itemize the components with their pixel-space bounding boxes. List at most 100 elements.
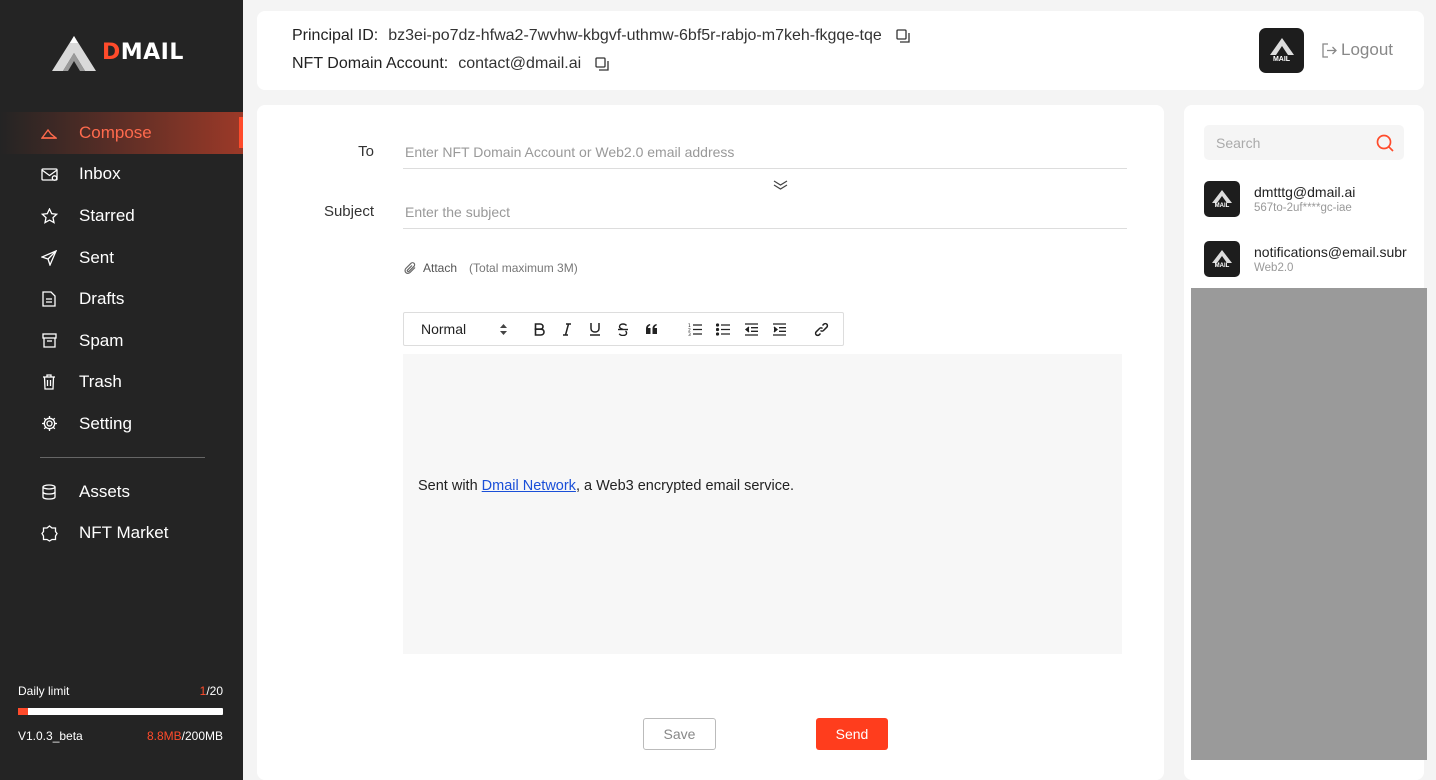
nft-market-icon bbox=[40, 524, 58, 542]
nft-domain-label: NFT Domain Account: bbox=[292, 55, 449, 72]
bullet-list-icon[interactable] bbox=[709, 315, 737, 343]
blockquote-icon[interactable] bbox=[637, 315, 665, 343]
contact-sub: Web2.0 bbox=[1254, 262, 1294, 274]
principal-id-value: bz3ei-po7dz-hfwa2-7wvhw-kbgvf-uthmw-6bf5… bbox=[388, 27, 882, 44]
subject-label: Subject bbox=[323, 203, 374, 220]
sidebar-item-inbox[interactable]: Inbox bbox=[0, 154, 243, 196]
daily-limit-bar bbox=[18, 708, 223, 715]
nft-domain-value: contact@dmail.ai bbox=[458, 55, 582, 72]
sidebar-item-label: Inbox bbox=[79, 164, 121, 184]
daily-limit-label: Daily limit bbox=[18, 684, 70, 698]
inbox-icon bbox=[40, 165, 58, 183]
principal-id-row: Principal ID: bz3ei-po7dz-hfwa2-7wvhw-kb… bbox=[292, 27, 910, 45]
trash-icon bbox=[40, 373, 58, 391]
avatar-text: MAIL bbox=[1214, 202, 1230, 209]
avatar-text: MAIL bbox=[1214, 262, 1230, 269]
nft-domain-row: NFT Domain Account: contact@dmail.ai bbox=[292, 55, 609, 73]
usage-limits: Daily limit 1/20 V1.0.3_beta 8.8MB/200MB bbox=[18, 684, 223, 743]
sidebar-item-setting[interactable]: Setting bbox=[0, 403, 243, 445]
ordered-list-icon[interactable]: 123 bbox=[681, 315, 709, 343]
sidebar-item-compose[interactable]: Compose bbox=[0, 112, 243, 154]
search-icon[interactable] bbox=[1376, 134, 1394, 152]
search-box bbox=[1204, 125, 1404, 160]
chevron-down-icon[interactable] bbox=[773, 178, 788, 196]
subject-input[interactable] bbox=[403, 195, 1127, 229]
sidebar-item-trash[interactable]: Trash bbox=[0, 362, 243, 404]
format-select[interactable]: Normal bbox=[421, 321, 507, 337]
avatar[interactable]: MAIL bbox=[1259, 28, 1304, 73]
send-button[interactable]: Send bbox=[816, 718, 888, 750]
logo-text: DMAIL bbox=[102, 40, 184, 65]
link-icon[interactable] bbox=[807, 315, 835, 343]
sidebar-item-label: Trash bbox=[79, 372, 122, 392]
bold-icon[interactable] bbox=[525, 315, 553, 343]
sidebar-item-label: Drafts bbox=[79, 289, 125, 309]
contact-sub: 567to-2uf****gc-iae bbox=[1254, 202, 1352, 214]
spam-icon bbox=[40, 332, 58, 350]
drafts-icon bbox=[40, 290, 58, 308]
italic-icon[interactable] bbox=[553, 315, 581, 343]
message-editor[interactable]: Sent with Dmail Network, a Web3 encrypte… bbox=[403, 354, 1122, 654]
mountain-logo-icon bbox=[1212, 249, 1232, 263]
send-icon bbox=[40, 249, 58, 267]
to-label: To bbox=[358, 143, 374, 160]
sidebar-item-drafts[interactable]: Drafts bbox=[0, 278, 243, 320]
daily-limit-count: 1/20 bbox=[199, 684, 223, 698]
svg-text:3: 3 bbox=[688, 332, 691, 336]
contact-name: notifications@email.subr bbox=[1254, 244, 1407, 260]
logout-label: Logout bbox=[1341, 40, 1393, 59]
contact-item[interactable]: MAIL dmtttg@dmail.ai 567to-2uf****gc-iae bbox=[1204, 179, 1424, 219]
version-label: V1.0.3_beta bbox=[18, 729, 83, 743]
sidebar-item-label: Setting bbox=[79, 413, 132, 433]
format-select-value: Normal bbox=[421, 321, 467, 337]
outdent-icon[interactable] bbox=[737, 315, 765, 343]
sidebar-item-label: Compose bbox=[79, 122, 152, 142]
underline-icon[interactable] bbox=[581, 315, 609, 343]
sidebar-item-nft-market[interactable]: NFT Market bbox=[0, 512, 243, 554]
mountain-logo-icon bbox=[1269, 38, 1294, 55]
sidebar-item-spam[interactable]: Spam bbox=[0, 320, 243, 362]
attach-hint: (Total maximum 3M) bbox=[469, 261, 578, 275]
sidebar-item-label: Sent bbox=[79, 247, 114, 267]
contact-item[interactable]: MAIL notifications@email.subr Web2.0 bbox=[1204, 239, 1424, 279]
attach-button[interactable]: Attach (Total maximum 3M) bbox=[404, 261, 578, 275]
sidebar-item-assets[interactable]: Assets bbox=[0, 471, 243, 513]
daily-limit-bar-fill bbox=[18, 708, 29, 715]
compose-icon bbox=[40, 124, 58, 142]
principal-id-label: Principal ID: bbox=[292, 27, 379, 44]
save-button[interactable]: Save bbox=[643, 718, 716, 750]
star-icon bbox=[40, 207, 58, 225]
sidebar: DMAIL Compose Inbox Starred Sent Drafts … bbox=[0, 0, 243, 780]
sidebar-item-label: NFT Market bbox=[79, 523, 169, 543]
mountain-logo-icon bbox=[1212, 189, 1232, 203]
avatar: MAIL bbox=[1204, 181, 1240, 217]
email-signature: Sent with Dmail Network, a Web3 encrypte… bbox=[418, 478, 795, 494]
contact-name: dmtttg@dmail.ai bbox=[1254, 184, 1356, 200]
indent-icon[interactable] bbox=[765, 315, 793, 343]
dmail-logo[interactable]: DMAIL bbox=[52, 34, 184, 71]
sidebar-item-starred[interactable]: Starred bbox=[0, 195, 243, 237]
sidebar-nav: Compose Inbox Starred Sent Drafts Spam T… bbox=[0, 112, 243, 554]
select-arrows-icon bbox=[500, 323, 507, 335]
sidebar-item-label: Assets bbox=[79, 481, 131, 501]
strikethrough-icon[interactable] bbox=[609, 315, 637, 343]
gear-icon bbox=[40, 415, 58, 433]
storage-usage: 8.8MB/200MB bbox=[146, 729, 223, 743]
loading-overlay bbox=[1191, 288, 1427, 760]
dmail-network-link[interactable]: Dmail Network bbox=[482, 478, 576, 494]
avatar-text: MAIL bbox=[1272, 56, 1291, 63]
logout-icon bbox=[1322, 42, 1337, 58]
sidebar-item-label: Spam bbox=[79, 330, 124, 350]
editor-toolbar: Normal 123 bbox=[403, 312, 844, 346]
database-icon bbox=[40, 483, 58, 501]
copy-icon[interactable] bbox=[896, 29, 910, 43]
copy-icon[interactable] bbox=[595, 57, 609, 71]
sidebar-item-sent[interactable]: Sent bbox=[0, 237, 243, 279]
search-input[interactable] bbox=[1216, 134, 1366, 151]
to-input[interactable] bbox=[403, 135, 1127, 169]
account-header: Principal ID: bz3ei-po7dz-hfwa2-7wvhw-kb… bbox=[257, 11, 1424, 90]
attach-label: Attach bbox=[423, 261, 458, 275]
paperclip-icon bbox=[404, 261, 416, 274]
sidebar-divider bbox=[40, 456, 205, 458]
logout-button[interactable]: Logout bbox=[1322, 40, 1393, 60]
